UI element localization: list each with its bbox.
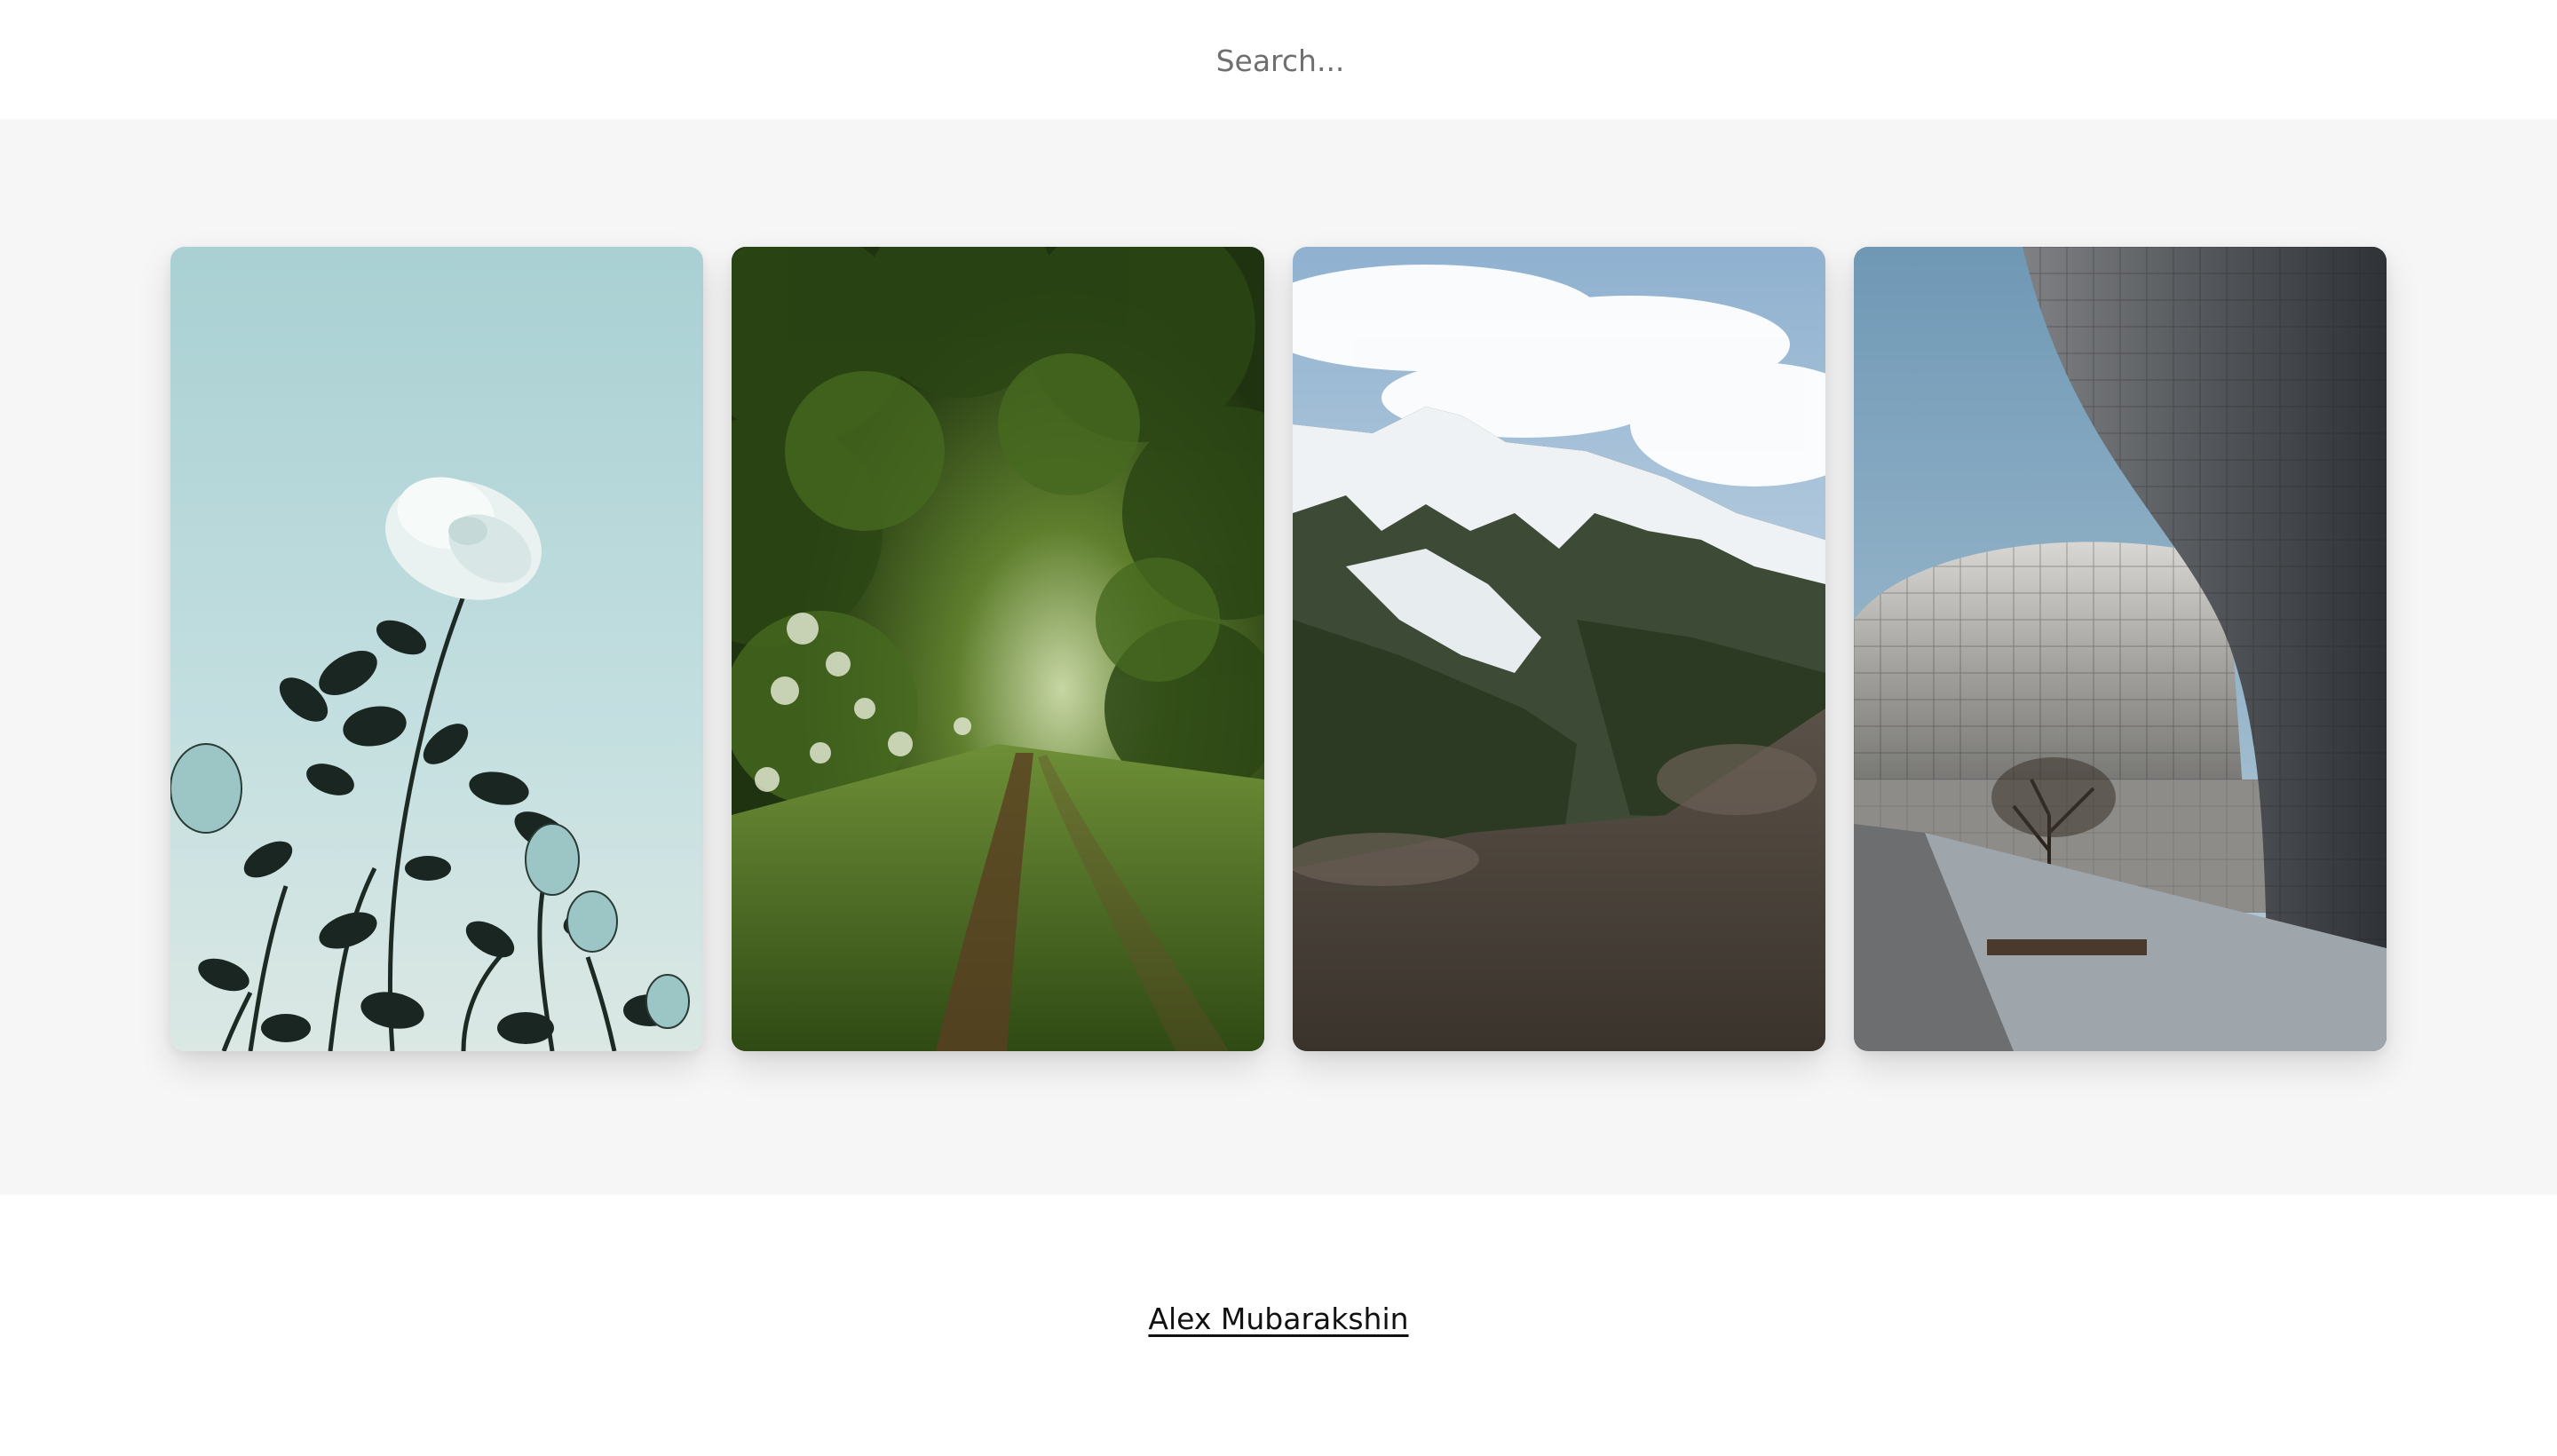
footer: Alex Mubarakshin — [0, 1195, 2557, 1456]
photo-card-mountain[interactable] — [1293, 247, 1825, 1051]
forest-path-photo-image — [732, 247, 1264, 1051]
mountain-photo-image — [1293, 247, 1825, 1051]
search-input[interactable] — [1012, 32, 1548, 89]
rose-photo-image — [170, 247, 703, 1051]
photo-gallery — [0, 119, 2557, 1195]
photo-card-forest[interactable] — [732, 247, 1264, 1051]
header — [0, 0, 2557, 119]
architecture-photo-image — [1854, 247, 2387, 1051]
author-link[interactable]: Alex Mubarakshin — [0, 1302, 2557, 1336]
photo-card-architecture[interactable] — [1854, 247, 2387, 1051]
photo-card-rose[interactable] — [170, 247, 703, 1051]
